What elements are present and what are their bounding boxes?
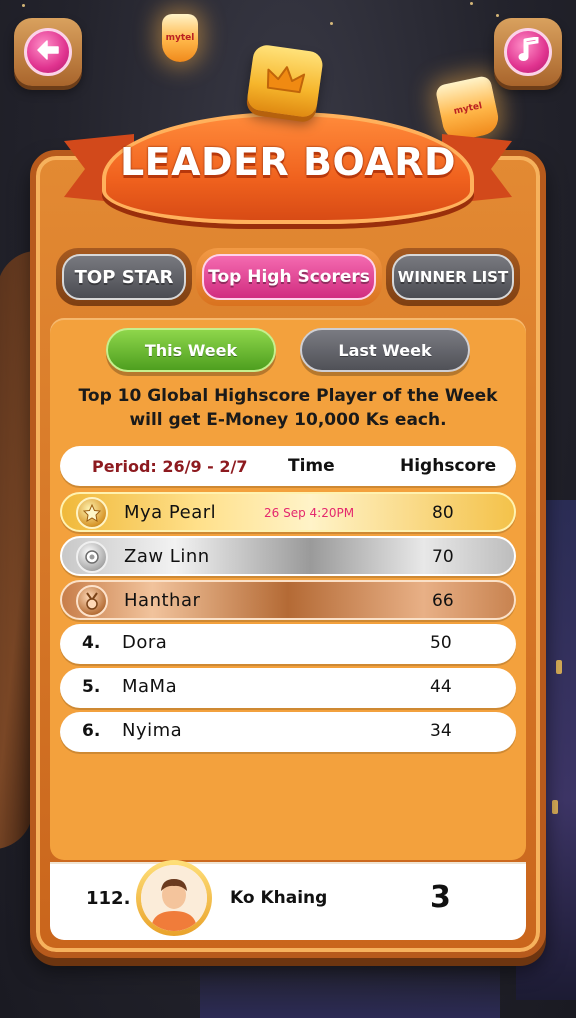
tab-top-star[interactable]: TOP STAR [56, 248, 192, 306]
this-week-button[interactable]: This Week [106, 328, 276, 372]
table-row: Hanthar 66 [60, 580, 516, 620]
promo-line-2: will get E-Money 10,000 Ks each. [129, 410, 447, 430]
back-button[interactable] [14, 18, 82, 86]
background-star [470, 2, 473, 5]
player-score: 70 [432, 547, 454, 567]
promo-line-1: Top 10 Global Highscore Player of the We… [78, 386, 498, 406]
player-name: MaMa [122, 676, 178, 697]
player-score: 80 [432, 503, 454, 523]
player-rank: 6. [82, 721, 101, 741]
my-score: 3 [430, 880, 451, 915]
background-star [496, 14, 499, 17]
last-week-button[interactable]: Last Week [300, 328, 470, 372]
player-score: 34 [430, 721, 452, 741]
table-row: 4. Dora 50 [60, 624, 516, 664]
player-score: 66 [432, 591, 454, 611]
promo-text: Top 10 Global Highscore Player of the We… [60, 384, 516, 432]
crown-icon [263, 61, 307, 100]
user-avatar-icon [141, 865, 207, 931]
tab-winner-list[interactable]: WINNER LIST [386, 248, 520, 306]
player-name: Dora [122, 632, 168, 653]
sky-lantern: mytel [162, 14, 198, 62]
table-row: Zaw Linn 70 [60, 536, 516, 576]
player-name: Mya Pearl [124, 502, 217, 523]
player-name: Zaw Linn [124, 546, 210, 567]
my-rank: 112. [86, 888, 131, 909]
player-rank: 5. [82, 677, 101, 697]
tab-label: TOP STAR [62, 254, 186, 300]
player-name: Nyima [122, 720, 183, 741]
table-header: Period: 26/9 - 2/7 Time Highscore [60, 446, 516, 486]
tab-label: Top High Scorers [202, 254, 376, 300]
my-rank-bar: 112. Ko Khaing 3 [50, 860, 526, 940]
background-star [330, 22, 333, 25]
my-name: Ko Khaing [230, 888, 328, 908]
crown-badge [245, 43, 325, 119]
background-star [22, 4, 25, 7]
silver-medal-icon [76, 541, 108, 573]
bronze-medal-icon [76, 585, 108, 617]
avatar [136, 860, 212, 936]
tab-top-high-scorers[interactable]: Top High Scorers [196, 248, 382, 306]
player-score: 44 [430, 677, 452, 697]
title-ribbon: LEADER BOARD [102, 112, 474, 224]
column-header-time: Time [288, 456, 335, 476]
music-note-icon [517, 36, 539, 67]
bottom-decoration [200, 958, 500, 1018]
column-header-highscore: Highscore [400, 456, 497, 476]
tab-label: WINNER LIST [392, 254, 514, 300]
table-row: 5. MaMa 44 [60, 668, 516, 708]
player-name: Hanthar [124, 590, 201, 611]
arrow-left-icon [36, 39, 60, 65]
page-title: LEADER BOARD [119, 140, 457, 184]
player-time: 26 Sep 4:20PM [264, 506, 355, 520]
table-row: Mya Pearl 26 Sep 4:20PM 80 [60, 492, 516, 532]
music-button[interactable] [494, 18, 562, 86]
player-rank: 4. [82, 633, 101, 653]
player-score: 50 [430, 633, 452, 653]
period-label: Period: 26/9 - 2/7 [92, 456, 248, 476]
gold-medal-icon [76, 497, 108, 529]
table-row: 6. Nyima 34 [60, 712, 516, 752]
